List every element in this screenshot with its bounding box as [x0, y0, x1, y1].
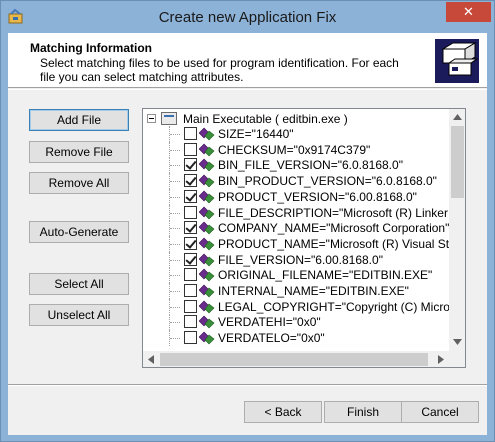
tree-root-label: Main Executable ( editbin.exe ) [183, 112, 348, 126]
attribute-icon [199, 174, 215, 188]
tree-connector-branch [170, 212, 180, 214]
wizard-header: Matching Information Select matching fil… [8, 33, 487, 88]
back-button[interactable]: < Back [244, 401, 322, 423]
scroll-right-arrow-icon[interactable] [438, 355, 444, 364]
vertical-scroll-thumb[interactable] [451, 126, 464, 198]
attribute-label: COMPANY_NAME="Microsoft Corporation" [218, 221, 450, 236]
attribute-checkbox[interactable] [184, 315, 197, 329]
attribute-label: PRODUCT_NAME="Microsoft (R) Visual Studi… [218, 236, 466, 251]
horizontal-scroll-thumb[interactable] [160, 353, 428, 366]
page-description: Select matching files to be used for pro… [40, 56, 399, 84]
unselect-all-button[interactable]: Unselect All [29, 304, 129, 326]
attribute-label: FILE_DESCRIPTION="Microsoft (R) Linker S… [218, 205, 466, 220]
attribute-checkbox[interactable] [184, 284, 197, 297]
window-title: Create new Application Fix [158, 9, 337, 26]
attribute-icon [199, 300, 215, 314]
scroll-up-arrow-icon[interactable] [453, 114, 462, 120]
attribute-checkbox[interactable] [184, 236, 197, 250]
tree-connector-branch [170, 275, 180, 277]
attribute-label: VERDATEHI="0x0" [218, 315, 321, 330]
attribute-label: BIN_FILE_VERSION="6.0.8168.0" [218, 158, 403, 173]
attribute-checkbox[interactable] [184, 205, 197, 219]
scroll-down-arrow-icon[interactable] [453, 339, 462, 345]
tree-connector-branch [170, 181, 180, 183]
tree-connector-branch [170, 322, 180, 324]
tree-connector-branch [170, 196, 180, 198]
wizard-header-image [435, 39, 479, 83]
attribute-icon [199, 331, 215, 345]
header-separator [8, 89, 487, 90]
page-title: Matching Information [30, 41, 152, 55]
close-button[interactable]: ✕ [446, 2, 491, 22]
attribute-icon [199, 143, 215, 157]
remove-file-button[interactable]: Remove File [29, 141, 129, 163]
attribute-checkbox[interactable] [184, 268, 197, 282]
tree-connector-branch [170, 165, 180, 167]
title-bar[interactable]: Create new Application Fix ✕ [1, 1, 494, 33]
tree-connector-branch [170, 306, 180, 308]
attribute-checkbox[interactable] [184, 142, 197, 156]
remove-all-button[interactable]: Remove All [29, 172, 129, 194]
tree-connector-branch [170, 338, 180, 340]
attribute-label: SIZE="16440" [218, 127, 294, 141]
attribute-icon [199, 221, 215, 235]
attribute-label: FILE_VERSION="6.00.8168.0" [218, 252, 383, 267]
attribute-label: ORIGINAL_FILENAME="EDITBIN.EXE" [218, 268, 433, 283]
attribute-label: BIN_PRODUCT_VERSION="6.0.8168.0" [218, 174, 437, 189]
attribute-label: VERDATELO="0x0" [218, 331, 325, 346]
collapse-icon[interactable] [147, 114, 156, 123]
scroll-left-arrow-icon[interactable] [148, 355, 154, 364]
attribute-checkbox[interactable] [184, 221, 197, 235]
attribute-label: INTERNAL_NAME="EDITBIN.EXE" [218, 284, 409, 298]
tree-connector-branch [170, 228, 180, 230]
attribute-icon [199, 268, 215, 282]
attribute-label: CHECKSUM="0x9174C379" [218, 142, 371, 157]
attribute-checkbox[interactable] [184, 252, 197, 266]
attribute-icon [199, 315, 215, 329]
select-all-button[interactable]: Select All [29, 273, 129, 295]
attribute-icon [199, 253, 215, 267]
attribute-checkbox[interactable] [184, 127, 197, 140]
auto-generate-button[interactable]: Auto-Generate [29, 221, 129, 243]
vertical-scrollbar[interactable] [449, 109, 465, 351]
tree-connector-branch [170, 243, 180, 245]
tree-connector-branch [170, 259, 180, 261]
attribute-icon [199, 206, 215, 219]
horizontal-scrollbar[interactable] [143, 351, 449, 367]
footer-separator-highlight [8, 385, 487, 386]
tree-connector-branch [170, 149, 180, 151]
attribute-label: LEGAL_COPYRIGHT="Copyright (C) Microsoft… [218, 299, 466, 314]
attribute-icon [199, 284, 215, 298]
attribute-icon [199, 127, 215, 141]
finish-button[interactable]: Finish [324, 401, 402, 423]
executable-icon [161, 112, 177, 125]
attribute-checkbox[interactable] [184, 174, 197, 188]
attribute-label: PRODUCT_VERSION="6.00.8168.0" [218, 189, 417, 204]
tree-connector-branch [170, 134, 180, 135]
attribute-checkbox[interactable] [184, 158, 197, 172]
scrollbar-corner [449, 351, 465, 367]
attribute-icon [199, 237, 215, 251]
attribute-checkbox[interactable] [184, 331, 197, 345]
tree-connector-branch [170, 291, 180, 292]
attribute-checkbox[interactable] [184, 189, 197, 203]
add-file-button[interactable]: Add File [29, 109, 129, 131]
attribute-icon [199, 158, 215, 172]
application-window: Create new Application Fix ✕ Matching In… [0, 0, 495, 442]
matching-files-tree[interactable]: Main Executable ( editbin.exe ) SIZE="16… [142, 108, 466, 368]
attribute-icon [199, 190, 215, 204]
wizard-client-area: Matching Information Select matching fil… [8, 33, 487, 435]
attribute-checkbox[interactable] [184, 299, 197, 313]
cancel-button[interactable]: Cancel [401, 401, 479, 423]
